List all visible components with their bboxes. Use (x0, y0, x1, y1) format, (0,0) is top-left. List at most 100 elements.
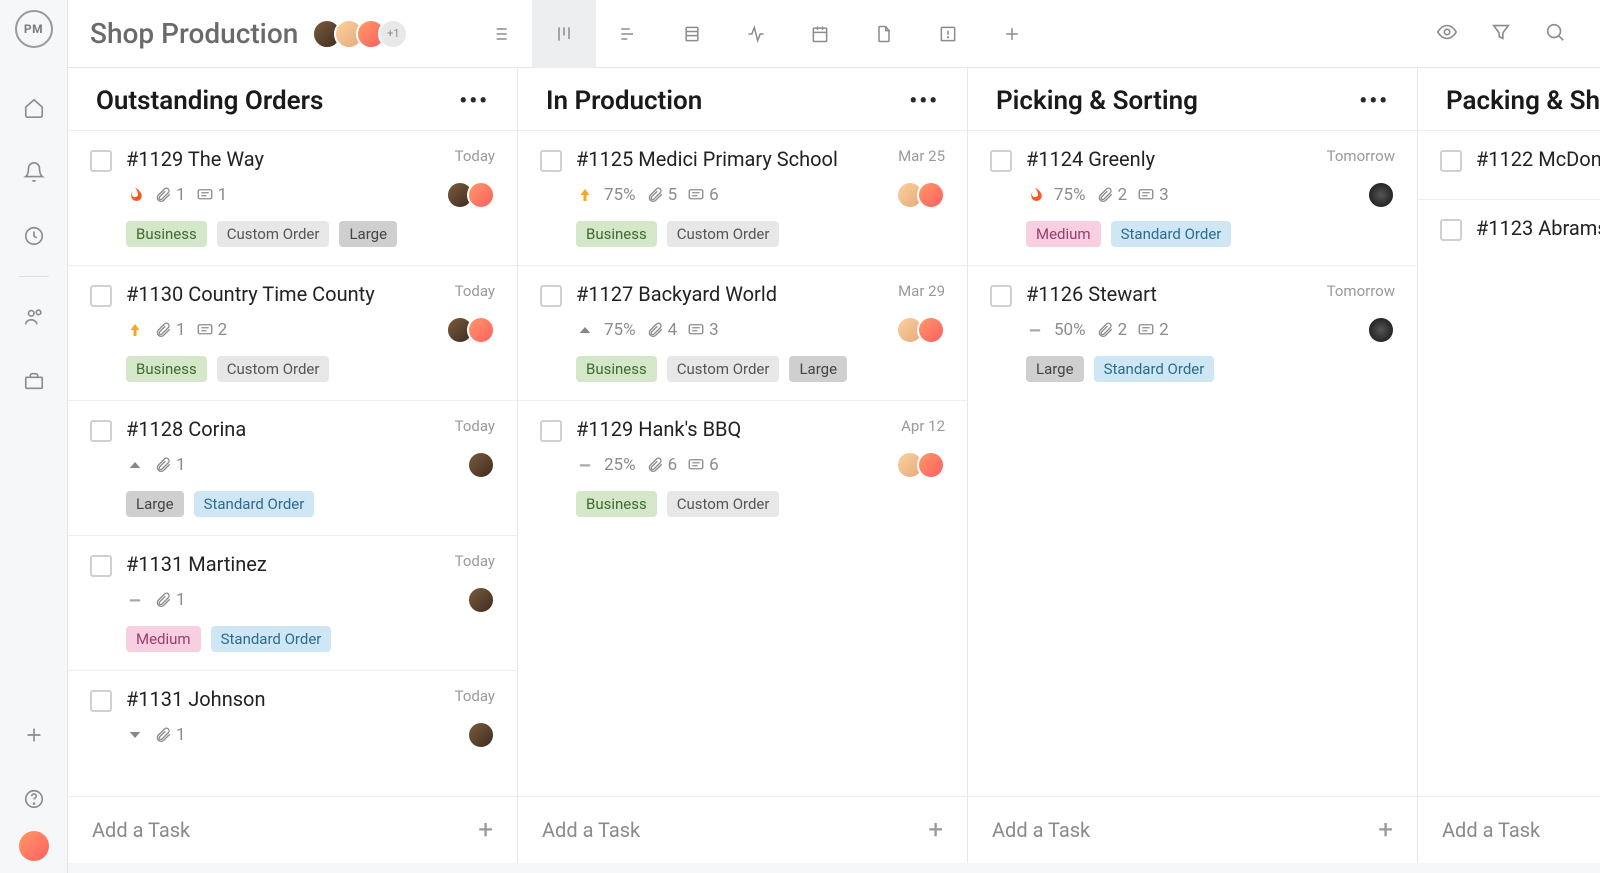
task-title: #1124 Greenly (1026, 147, 1155, 171)
avatar[interactable] (467, 586, 495, 614)
user-avatar[interactable] (19, 831, 49, 861)
avatar[interactable] (467, 451, 495, 479)
horizontal-scrollbar[interactable] (68, 863, 1600, 873)
add-task-button[interactable]: Add a Task+ (1418, 796, 1600, 863)
task-checkbox[interactable] (90, 555, 112, 577)
help-icon[interactable] (16, 781, 52, 817)
avatar[interactable] (1367, 181, 1395, 209)
add-icon[interactable] (16, 717, 52, 753)
tag[interactable]: Large (789, 356, 847, 382)
task-checkbox[interactable] (90, 690, 112, 712)
priority-icon (126, 186, 144, 204)
tag[interactable]: Medium (1026, 221, 1101, 247)
task-checkbox[interactable] (540, 150, 562, 172)
avatar[interactable] (467, 316, 495, 344)
activity-view-icon[interactable] (724, 0, 788, 68)
tag[interactable]: Business (576, 491, 657, 517)
briefcase-icon[interactable] (16, 363, 52, 399)
progress-percent: 25% (604, 455, 636, 475)
task-card[interactable]: #1123 Abrams (1418, 199, 1600, 268)
tag[interactable]: Custom Order (667, 491, 780, 517)
tag[interactable]: Large (126, 491, 184, 517)
column-menu-icon[interactable]: ••• (1359, 89, 1389, 114)
tag[interactable]: Custom Order (217, 356, 330, 382)
tag[interactable]: Custom Order (667, 356, 780, 382)
task-card[interactable]: #1131 JohnsonToday 1 (68, 670, 517, 779)
divider (19, 276, 49, 277)
task-checkbox[interactable] (90, 420, 112, 442)
avatar-more[interactable]: +1 (378, 19, 408, 49)
task-checkbox[interactable] (90, 285, 112, 307)
task-card[interactable]: #1130 Country Time CountyToday 1 2Busine… (68, 265, 517, 400)
file-view-icon[interactable] (852, 0, 916, 68)
board-column: Packing & Shipping•••#1122 McDonald#1123… (1418, 68, 1600, 863)
avatar[interactable] (917, 316, 945, 344)
list-view-icon[interactable] (468, 0, 532, 68)
task-checkbox[interactable] (1440, 150, 1462, 172)
task-card[interactable]: #1129 Hank's BBQApr 1225% 6 6BusinessCus… (518, 400, 967, 535)
tag[interactable]: Business (576, 221, 657, 247)
attachment-count: 1 (154, 320, 186, 340)
task-card[interactable]: #1128 CorinaToday 1LargeStandard Order (68, 400, 517, 535)
column-menu-icon[interactable]: ••• (909, 89, 939, 114)
tag[interactable]: Standard Order (211, 626, 332, 652)
task-card[interactable]: #1122 McDonald (1418, 130, 1600, 199)
task-checkbox[interactable] (1440, 219, 1462, 241)
task-card[interactable]: #1126 StewartTomorrow50% 2 2LargeStandar… (968, 265, 1417, 400)
task-card[interactable]: #1127 Backyard WorldMar 2975% 4 3Busines… (518, 265, 967, 400)
search-icon[interactable] (1544, 21, 1566, 47)
add-task-button[interactable]: Add a Task+ (518, 796, 967, 863)
eye-icon[interactable] (1436, 21, 1458, 47)
task-checkbox[interactable] (540, 285, 562, 307)
task-date: Today (455, 147, 495, 165)
member-avatars[interactable]: +1 (320, 19, 408, 49)
task-title: #1127 Backyard World (576, 282, 777, 306)
add-task-button[interactable]: Add a Task+ (68, 796, 517, 863)
tag[interactable]: Standard Order (194, 491, 315, 517)
tag[interactable]: Custom Order (667, 221, 780, 247)
avatar[interactable] (917, 181, 945, 209)
people-icon[interactable] (16, 299, 52, 335)
clock-icon[interactable] (16, 218, 52, 254)
top-actions (1436, 21, 1566, 47)
tag[interactable]: Business (126, 356, 207, 382)
tag[interactable]: Large (1026, 356, 1084, 382)
priority-icon (576, 321, 594, 339)
board-view-icon[interactable] (532, 0, 596, 68)
filter-icon[interactable] (1490, 21, 1512, 47)
gantt-view-icon[interactable] (596, 0, 660, 68)
comment-count: 6 (687, 185, 719, 205)
avatar[interactable] (467, 181, 495, 209)
task-card[interactable]: #1131 MartinezToday 1MediumStandard Orde… (68, 535, 517, 670)
tag[interactable]: Standard Order (1111, 221, 1232, 247)
bell-icon[interactable] (16, 154, 52, 190)
task-card[interactable]: #1124 GreenlyTomorrow75% 2 3MediumStanda… (968, 130, 1417, 265)
app-logo[interactable]: PM (15, 10, 53, 48)
calendar-view-icon[interactable] (788, 0, 852, 68)
tag[interactable]: Standard Order (1094, 356, 1215, 382)
task-card[interactable]: #1125 Medici Primary SchoolMar 2575% 5 6… (518, 130, 967, 265)
task-card[interactable]: #1129 The WayToday 1 1BusinessCustom Ord… (68, 130, 517, 265)
add-view-icon[interactable] (980, 0, 1044, 68)
avatar[interactable] (917, 451, 945, 479)
tag[interactable]: Large (339, 221, 397, 247)
tag[interactable]: Business (576, 356, 657, 382)
task-avatars (474, 586, 495, 614)
column-menu-icon[interactable]: ••• (459, 89, 489, 114)
risk-view-icon[interactable] (916, 0, 980, 68)
tag[interactable]: Custom Order (217, 221, 330, 247)
avatar[interactable] (1367, 316, 1395, 344)
column-title: Picking & Sorting (996, 86, 1198, 116)
avatar[interactable] (467, 721, 495, 749)
task-checkbox[interactable] (990, 285, 1012, 307)
task-checkbox[interactable] (90, 150, 112, 172)
home-icon[interactable] (16, 90, 52, 126)
topbar: Shop Production +1 (68, 0, 1600, 68)
tag[interactable]: Medium (126, 626, 201, 652)
task-checkbox[interactable] (990, 150, 1012, 172)
tag[interactable]: Business (126, 221, 207, 247)
comment-count: 6 (687, 455, 719, 475)
sheet-view-icon[interactable] (660, 0, 724, 68)
task-checkbox[interactable] (540, 420, 562, 442)
add-task-button[interactable]: Add a Task+ (968, 796, 1417, 863)
